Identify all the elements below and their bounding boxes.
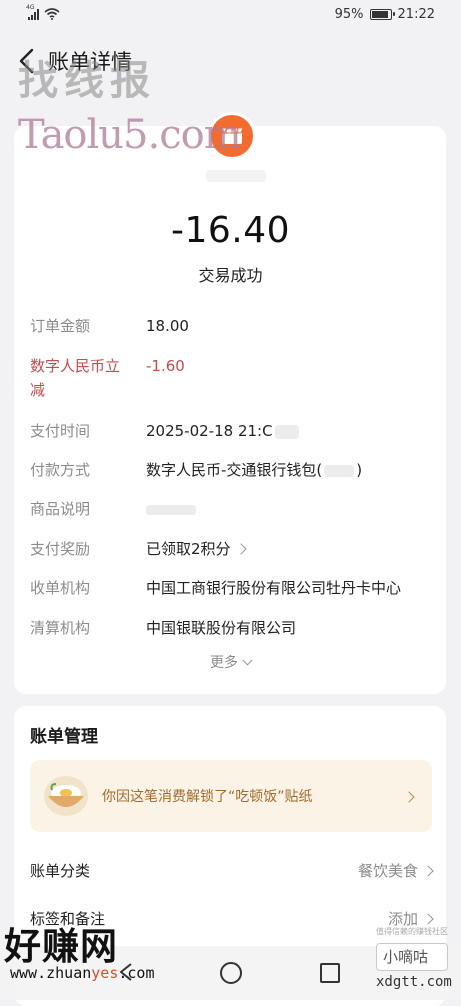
chevron-right-icon	[234, 542, 247, 555]
watermark-right: 小嘀咕	[383, 948, 429, 966]
network-type: 4G	[26, 4, 35, 11]
url-highlight: yes	[91, 964, 119, 982]
redacted-block	[324, 464, 355, 477]
url-prefix: www.zhuan	[10, 964, 92, 982]
detail-value	[146, 497, 196, 521]
url-suffix: .com	[118, 964, 155, 982]
category-value[interactable]: 餐饮美食	[357, 860, 434, 881]
detail-value: 中国银联股份有限公司	[146, 619, 297, 637]
detail-value: -1.60	[146, 357, 185, 375]
signal-icon: 4G	[26, 4, 39, 20]
battery-percent: 95%	[334, 7, 364, 22]
category-label: 账单分类	[30, 862, 91, 880]
transaction-status: 交易成功	[198, 266, 263, 285]
watermark-top-cn: 找线报	[18, 58, 156, 104]
category-value-text: 餐饮美食	[357, 862, 418, 880]
detail-value: 数字人民币-交通银行钱包()	[146, 458, 362, 482]
detail-label: 支付时间	[30, 422, 91, 440]
detail-label: 清算机构	[30, 619, 91, 637]
watermark-right-tagline: 值得信赖的赚钱社区	[376, 927, 448, 936]
detail-label: 数字人民币立 减	[30, 354, 130, 402]
section-title: 账单管理	[30, 727, 98, 747]
more-toggle[interactable]: 更多	[0, 652, 461, 672]
detail-label-line1: 数字人民币立	[30, 357, 121, 375]
merchant-name-redacted	[206, 170, 266, 182]
detail-label: 收单机构	[30, 579, 91, 597]
wifi-icon	[44, 8, 60, 20]
nav-recents-icon[interactable]	[320, 963, 340, 983]
rice-bowl-icon	[44, 776, 88, 816]
detail-label: 付款方式	[30, 461, 91, 479]
nav-home-icon[interactable]	[220, 962, 242, 984]
watermark-bottom-url: www.zhuanyes.com	[10, 964, 155, 982]
chevron-right-icon	[422, 864, 434, 877]
more-label: 更多	[210, 655, 238, 671]
pay-method-text: 数字人民币-交通银行钱包(	[146, 461, 323, 479]
detail-label: 商品说明	[30, 500, 91, 518]
reward-text: 已领取2积分	[146, 540, 231, 558]
status-bar: 4G 95% 21:22	[0, 0, 461, 34]
sticker-banner-text: 你因这笔消费解锁了“吃顿饭”贴纸	[102, 789, 313, 805]
redacted-block	[146, 504, 196, 515]
pay-method-end: )	[356, 461, 363, 479]
detail-value: 18.00	[146, 317, 189, 335]
watermark-right-url: xdgtt.com	[376, 974, 452, 990]
detail-label: 订单金额	[30, 317, 91, 335]
watermark-top-en: Taolu5.com	[18, 112, 242, 158]
status-left: 4G	[26, 4, 60, 20]
detail-label-line2: 减	[30, 381, 46, 399]
detail-value: 中国工商银行股份有限公司牡丹卡中心	[146, 579, 402, 597]
watermark-bottom-cn: 好赚网	[4, 925, 118, 968]
detail-label: 支付奖励	[30, 540, 91, 558]
clock: 21:22	[397, 7, 435, 22]
redacted-block	[274, 424, 299, 439]
status-right: 95% 21:22	[335, 7, 435, 22]
detail-value: 2025-02-18 21:C	[146, 419, 299, 443]
pay-time-text: 2025-02-18 21:C	[146, 422, 273, 440]
detail-value[interactable]: 已领取2积分	[146, 537, 247, 561]
transaction-amount: -16.40	[170, 210, 291, 251]
battery-icon	[369, 9, 395, 20]
chevron-right-icon	[422, 912, 434, 925]
chevron-down-icon	[242, 655, 253, 666]
